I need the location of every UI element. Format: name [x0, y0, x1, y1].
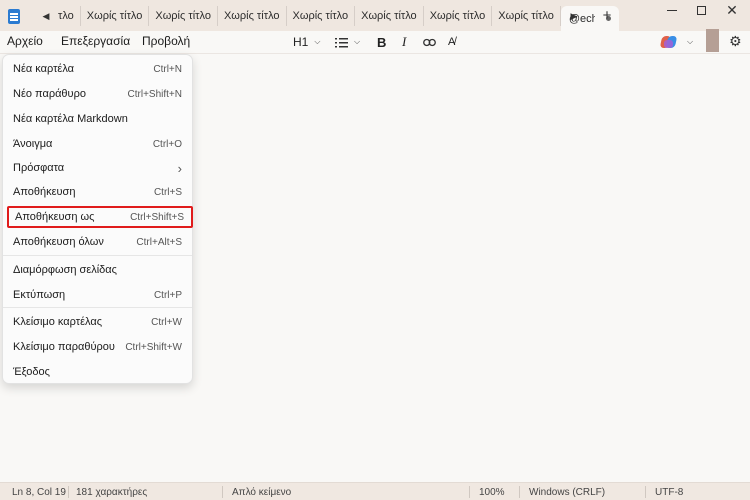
tab[interactable]: Χωρίς τίτλο	[81, 6, 150, 26]
menu-item-label: Νέο παράθυρο	[13, 88, 86, 100]
menu-item-shortcut: Ctrl+N	[153, 63, 182, 75]
status-divider	[469, 486, 470, 498]
tab-label: Χωρίς τίτλο	[155, 10, 211, 22]
tab-scroll-left-icon[interactable]: ◀	[38, 8, 54, 24]
copilot-icon[interactable]	[659, 34, 678, 50]
avatar[interactable]	[706, 29, 719, 52]
bold-button[interactable]: B	[377, 33, 386, 51]
title-bar: ◀ τλο Χωρίς τίτλο Χωρίς τίτλο Χωρίς τίτλ…	[0, 0, 750, 31]
chevron-down-icon: ⌵	[354, 37, 361, 46]
menu-item-save-as[interactable]: Αποθήκευση ως Ctrl+Shift+S	[7, 206, 193, 228]
menu-item-label: Διαμόρφωση σελίδας	[13, 264, 117, 276]
menu-item-save-all[interactable]: Αποθήκευση όλων Ctrl+Alt+S	[3, 230, 192, 254]
menu-view[interactable]: Προβολή	[142, 34, 190, 48]
line-ending[interactable]: Windows (CRLF)	[529, 487, 605, 498]
menu-item-label: Νέα καρτέλα	[13, 63, 75, 75]
menu-item-new-window[interactable]: Νέο παράθυρο Ctrl+Shift+N	[3, 82, 192, 106]
menu-item-page-setup[interactable]: Διαμόρφωση σελίδας	[3, 258, 192, 282]
menu-item-new-markdown-tab[interactable]: Νέα καρτέλα Markdown	[3, 107, 192, 131]
clear-formatting-button[interactable]: A̸	[448, 33, 455, 51]
menu-bar: Αρχείο Επεξεργασία Προβολή H1 ⌵ ⌵ B I A̸	[0, 31, 750, 53]
clear-formatting-icon: A̸	[448, 36, 456, 48]
tab[interactable]: Χωρίς τίτλο	[287, 6, 356, 26]
menu-item-shortcut: Ctrl+Alt+S	[136, 236, 182, 248]
cursor-position[interactable]: Ln 8, Col 19	[12, 487, 66, 498]
menu-item-open[interactable]: Άνοιγμα Ctrl+O	[3, 132, 192, 156]
menu-separator	[3, 307, 192, 308]
encoding[interactable]: UTF-8	[655, 487, 683, 498]
tab[interactable]: Χωρίς τίτλο	[424, 6, 493, 26]
tab[interactable]: Χωρίς τίτλο	[149, 6, 218, 26]
heading-label: H1	[293, 35, 309, 49]
menu-item-shortcut: Ctrl+P	[153, 289, 182, 301]
notepad-app-icon	[6, 8, 22, 25]
tab-label: Χωρίς τίτλο	[361, 10, 417, 22]
gear-icon[interactable]: ⚙	[729, 33, 742, 50]
menu-item-shortcut: Ctrl+S	[153, 186, 182, 198]
menu-item-recent[interactable]: Πρόσφατα ›	[3, 156, 192, 180]
menu-item-label: Κλείσιμο παραθύρου	[13, 341, 115, 353]
close-icon: ✕	[726, 2, 738, 18]
menu-item-label: Εκτύπωση	[13, 289, 66, 301]
menu-item-print[interactable]: Εκτύπωση Ctrl+P	[3, 283, 192, 307]
file-menu: Νέα καρτέλα Ctrl+N Νέο παράθυρο Ctrl+Shi…	[2, 54, 193, 384]
maximize-icon	[696, 5, 706, 15]
status-divider	[645, 486, 646, 498]
menu-separator	[3, 255, 192, 256]
menu-item-label: Άνοιγμα	[13, 138, 53, 150]
new-tab-button[interactable]: +	[599, 8, 615, 24]
menu-item-shortcut: Ctrl+Shift+N	[127, 88, 182, 100]
menu-item-shortcut: Ctrl+Shift+S	[130, 211, 184, 223]
status-divider	[222, 486, 223, 498]
italic-button[interactable]: I	[402, 33, 406, 51]
tab-label: Χωρίς τίτλο	[498, 10, 554, 22]
menu-item-label: Αποθήκευση όλων	[13, 236, 104, 248]
list-dropdown[interactable]: ⌵	[335, 33, 360, 51]
zoom-level[interactable]: 100%	[479, 487, 505, 498]
menu-item-shortcut: Ctrl+W	[151, 316, 182, 328]
menu-item-shortcut: Ctrl+Shift+W	[125, 341, 182, 353]
menu-item-label: Κλείσιμο καρτέλας	[13, 316, 102, 328]
tab-label: τλο	[58, 10, 74, 22]
tab-label: Χωρίς τίτλο	[292, 10, 349, 22]
menu-item-label: Έξοδος	[13, 366, 50, 378]
menu-item-label: Αποθήκευση ως	[15, 211, 95, 223]
menu-item-label: Νέα καρτέλα Markdown	[13, 113, 128, 125]
tab-label: Χωρίς τίτλο	[429, 10, 486, 22]
menu-item-save[interactable]: Αποθήκευση Ctrl+S	[3, 180, 192, 204]
chevron-down-icon: ⌵	[314, 37, 321, 46]
status-divider	[519, 486, 520, 498]
maximize-button[interactable]	[685, 0, 717, 20]
status-bar: Ln 8, Col 19 181 χαρακτήρες Απλό κείμενο…	[0, 482, 750, 500]
tab-label: Χωρίς τίτλο	[86, 10, 143, 22]
tab[interactable]: Χωρίς τίτλο	[355, 6, 424, 26]
menu-item-shortcut: Ctrl+O	[152, 138, 182, 150]
chevron-right-icon: ›	[177, 160, 182, 176]
minimize-button[interactable]	[656, 0, 688, 20]
character-count: 181 χαρακτήρες	[76, 487, 148, 498]
list-icon	[335, 37, 348, 47]
menu-item-exit[interactable]: Έξοδος	[3, 360, 192, 384]
chevron-down-icon[interactable]: ⌵	[681, 33, 693, 51]
menu-item-label: Αποθήκευση	[13, 186, 76, 198]
menu-item-close-window[interactable]: Κλείσιμο παραθύρου Ctrl+Shift+W	[3, 335, 192, 359]
tab-label: Χωρίς τίτλο	[223, 10, 280, 22]
menu-item-new-tab[interactable]: Νέα καρτέλα Ctrl+N	[3, 57, 192, 81]
document-mode[interactable]: Απλό κείμενο	[232, 487, 291, 498]
link-icon	[423, 38, 436, 46]
menu-item-label: Πρόσφατα	[13, 162, 65, 174]
tab[interactable]: Χωρίς τίτλο	[218, 6, 287, 26]
tab[interactable]: Χωρίς τίτλο	[492, 6, 561, 26]
minimize-icon	[667, 9, 677, 11]
heading-dropdown[interactable]: H1 ⌵	[293, 33, 320, 51]
close-button[interactable]: ✕	[716, 0, 748, 20]
link-button[interactable]	[423, 33, 436, 51]
tab-strip: τλο Χωρίς τίτλο Χωρίς τίτλο Χωρίς τίτλο …	[56, 6, 619, 31]
menu-item-close-tab[interactable]: Κλείσιμο καρτέλας Ctrl+W	[3, 310, 192, 334]
status-divider	[68, 486, 69, 498]
menu-file[interactable]: Αρχείο	[7, 34, 43, 48]
tab[interactable]: τλο	[56, 6, 81, 26]
tab-scroll-right-icon[interactable]: ▶	[566, 8, 582, 24]
menu-edit[interactable]: Επεξεργασία	[61, 34, 130, 48]
